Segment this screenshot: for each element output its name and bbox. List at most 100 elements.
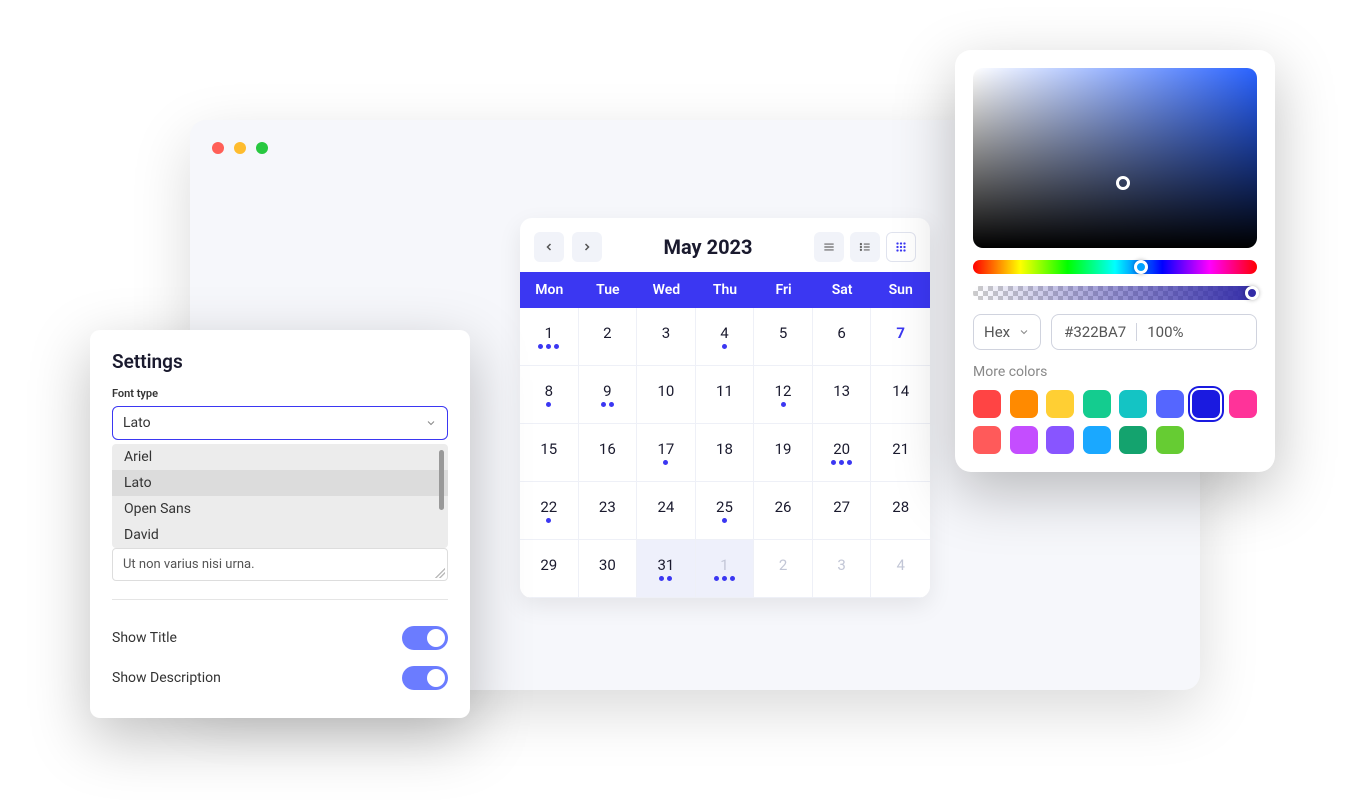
color-swatch[interactable] [1010, 426, 1038, 454]
grid-dots-icon [894, 240, 908, 254]
view-list-button[interactable] [814, 232, 844, 262]
day-number: 29 [540, 556, 557, 574]
day-number: 14 [892, 382, 909, 400]
event-dot-icon [663, 460, 668, 465]
event-dots [831, 460, 852, 466]
dropdown-scrollbar[interactable] [439, 450, 444, 510]
event-dot-icon [601, 402, 606, 407]
show-description-row: Show Description [112, 658, 448, 698]
calendar-day-cell[interactable]: 27 [813, 482, 872, 540]
font-option[interactable]: Open Sans [112, 496, 448, 522]
hex-value: #322BA7 [1064, 323, 1126, 341]
calendar-day-cell[interactable]: 6 [813, 308, 872, 366]
minimize-window-icon[interactable] [234, 142, 246, 154]
calendar-day-cell[interactable]: 30 [579, 540, 638, 598]
day-header: Wed [637, 272, 696, 308]
show-title-label: Show Title [112, 630, 177, 646]
event-dot-icon [722, 344, 727, 349]
list-lines-icon [822, 240, 836, 254]
color-swatch[interactable] [1083, 426, 1111, 454]
font-selected-value: Lato [123, 415, 151, 431]
color-swatch[interactable] [1119, 426, 1147, 454]
color-format-select[interactable]: Hex [973, 314, 1041, 350]
day-number: 1 [545, 324, 553, 342]
calendar-day-cell[interactable]: 9 [579, 366, 638, 424]
font-option[interactable]: David [112, 522, 448, 548]
day-number: 10 [657, 382, 674, 400]
chevron-right-icon [581, 241, 593, 253]
day-header: Thu [696, 272, 755, 308]
calendar-day-cell[interactable]: 2 [579, 308, 638, 366]
calendar-day-cell[interactable]: 5 [754, 308, 813, 366]
show-title-toggle[interactable] [402, 626, 448, 650]
calendar-day-cell[interactable]: 11 [696, 366, 755, 424]
hex-input[interactable]: #322BA7 100% [1051, 314, 1257, 350]
calendar-day-cell[interactable]: 17 [637, 424, 696, 482]
hue-cursor-icon[interactable] [1134, 260, 1148, 274]
color-swatch[interactable] [1156, 390, 1184, 418]
color-swatch[interactable] [1046, 426, 1074, 454]
color-cursor-icon[interactable] [1116, 176, 1130, 190]
color-swatch[interactable] [1083, 390, 1111, 418]
event-dot-icon [538, 344, 543, 349]
calendar-day-cell[interactable]: 10 [637, 366, 696, 424]
input-separator [1136, 323, 1137, 341]
view-agenda-button[interactable] [850, 232, 880, 262]
calendar-day-cell[interactable]: 3 [637, 308, 696, 366]
color-swatch[interactable] [1156, 426, 1184, 454]
settings-panel: Settings Font type Lato ArielLatoOpen Sa… [90, 330, 470, 718]
event-dot-icon [722, 576, 727, 581]
calendar-day-cell[interactable]: 4 [871, 540, 930, 598]
view-grid-button[interactable] [886, 232, 916, 262]
day-number: 13 [833, 382, 850, 400]
calendar-day-cell[interactable]: 16 [579, 424, 638, 482]
calendar-day-cell[interactable]: 1 [520, 308, 579, 366]
calendar-day-cell[interactable]: 7 [871, 308, 930, 366]
show-description-toggle[interactable] [402, 666, 448, 690]
font-type-select[interactable]: Lato [112, 406, 448, 440]
event-dots [722, 344, 727, 350]
color-swatch[interactable] [1192, 390, 1220, 418]
event-dots [781, 402, 786, 408]
close-window-icon[interactable] [212, 142, 224, 154]
calendar-day-cell[interactable]: 26 [754, 482, 813, 540]
color-swatch[interactable] [1046, 390, 1074, 418]
calendar-day-cell[interactable]: 2 [754, 540, 813, 598]
next-month-button[interactable] [572, 232, 602, 262]
calendar-day-cell[interactable]: 13 [813, 366, 872, 424]
calendar-day-cell[interactable]: 28 [871, 482, 930, 540]
maximize-window-icon[interactable] [256, 142, 268, 154]
prev-month-button[interactable] [534, 232, 564, 262]
calendar-day-cell[interactable]: 21 [871, 424, 930, 482]
day-number: 3 [837, 556, 845, 574]
day-number: 2 [779, 556, 787, 574]
calendar-day-cell[interactable]: 14 [871, 366, 930, 424]
calendar-day-cell[interactable]: 15 [520, 424, 579, 482]
calendar-day-cell[interactable]: 20 [813, 424, 872, 482]
calendar-day-cell[interactable]: 24 [637, 482, 696, 540]
hue-slider[interactable] [973, 260, 1257, 274]
calendar-day-cell[interactable]: 18 [696, 424, 755, 482]
calendar-day-cell[interactable]: 8 [520, 366, 579, 424]
description-textarea[interactable]: Ut non varius nisi urna. [112, 548, 448, 581]
font-option[interactable]: Ariel [112, 444, 448, 470]
calendar-day-cell[interactable]: 25 [696, 482, 755, 540]
calendar-day-cell[interactable]: 12 [754, 366, 813, 424]
opacity-cursor-icon[interactable] [1245, 286, 1259, 300]
calendar-day-cell[interactable]: 19 [754, 424, 813, 482]
calendar-day-cell[interactable]: 4 [696, 308, 755, 366]
calendar-day-cell[interactable]: 29 [520, 540, 579, 598]
calendar-day-cell[interactable]: 22 [520, 482, 579, 540]
calendar-day-cell[interactable]: 31 [637, 540, 696, 598]
saturation-lightness-area[interactable] [973, 68, 1257, 248]
color-swatch[interactable] [1229, 390, 1257, 418]
opacity-slider[interactable] [973, 286, 1257, 300]
calendar-day-cell[interactable]: 23 [579, 482, 638, 540]
color-swatch[interactable] [973, 426, 1001, 454]
calendar-day-cell[interactable]: 3 [813, 540, 872, 598]
font-option[interactable]: Lato [112, 470, 448, 496]
color-swatch[interactable] [973, 390, 1001, 418]
color-swatch[interactable] [1010, 390, 1038, 418]
calendar-day-cell[interactable]: 1 [696, 540, 755, 598]
color-swatch[interactable] [1119, 390, 1147, 418]
